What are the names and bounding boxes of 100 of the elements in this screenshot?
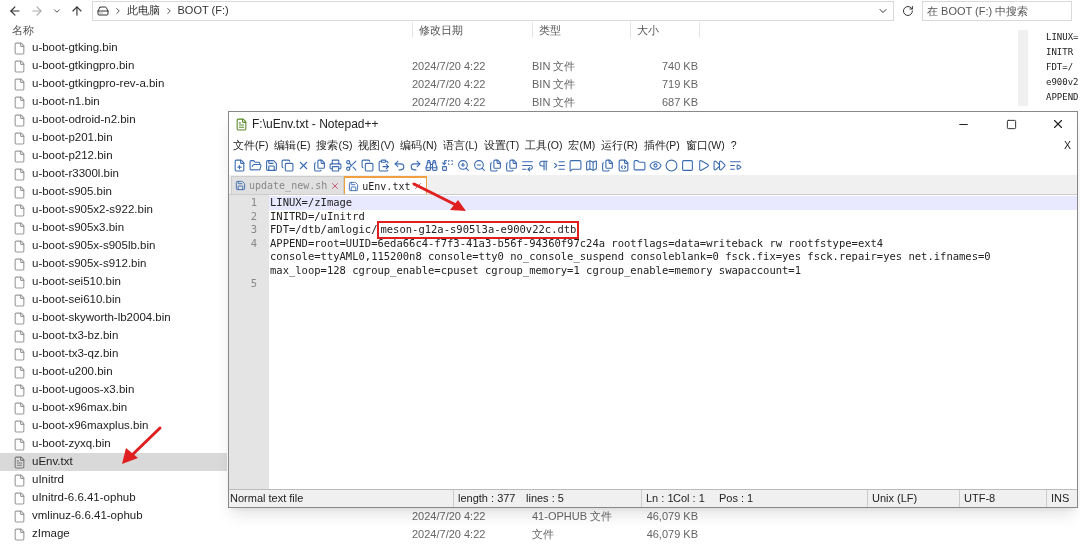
menu-item[interactable]: 文件(F) — [233, 137, 269, 154]
file-tab[interactable]: uEnv.txt — [344, 176, 428, 194]
file-icon — [13, 311, 26, 325]
file-icon — [13, 221, 26, 235]
cut-icon[interactable] — [345, 158, 358, 172]
menu-item[interactable]: 语言(L) — [443, 137, 478, 154]
redo-icon[interactable] — [409, 158, 422, 172]
file-name: u-boot-x96maxplus.bin — [32, 418, 149, 434]
file-size: 46,079 KB — [646, 509, 698, 522]
file-row[interactable]: u-boot-s905.bin — [0, 183, 227, 201]
zoom-in-icon[interactable] — [457, 158, 470, 172]
column-header[interactable]: 大小 — [630, 21, 700, 39]
map-icon[interactable] — [585, 158, 598, 172]
file-row[interactable]: u-boot-x96max.bin — [0, 399, 227, 417]
close-tab-icon[interactable] — [330, 180, 341, 191]
file-row[interactable]: u-boot-r3300l.bin — [0, 165, 227, 183]
folder-icon[interactable] — [633, 158, 646, 172]
documents-icon[interactable] — [601, 158, 614, 172]
zoom-out-icon[interactable] — [473, 158, 486, 172]
replace-icon[interactable] — [441, 158, 454, 172]
column-header[interactable]: 类型 — [532, 21, 630, 39]
copy-icon[interactable] — [361, 158, 374, 172]
new-file-icon[interactable] — [233, 158, 246, 172]
undo-icon[interactable] — [393, 158, 406, 172]
file-icon — [13, 203, 26, 217]
file-row[interactable]: uEnv.txt — [0, 453, 227, 471]
file-row[interactable]: u-boot-tx3-bz.bin — [0, 327, 227, 345]
function-list-icon[interactable] — [617, 158, 630, 172]
playlist-icon[interactable] — [729, 158, 742, 172]
search-field[interactable]: 在 BOOT (F:) 中搜索 — [922, 0, 1072, 21]
file-row[interactable]: u-boot-sei610.bin — [0, 291, 227, 309]
save-icon — [235, 180, 246, 191]
file-row[interactable]: u-boot-p212.bin — [0, 147, 227, 165]
print-icon[interactable] — [329, 158, 342, 172]
file-row[interactable]: u-boot-tx3-qz.bin — [0, 345, 227, 363]
file-row[interactable]: u-boot-u200.bin — [0, 363, 227, 381]
file-row[interactable]: u-boot-sei510.bin — [0, 273, 227, 291]
column-header[interactable]: 修改日期 — [412, 21, 532, 39]
stop-icon[interactable] — [681, 158, 694, 172]
address-bar[interactable]: 此电脑 BOOT (F:) — [91, 0, 895, 21]
menu-item[interactable]: 编码(N) — [400, 137, 437, 154]
back-icon[interactable] — [8, 3, 22, 18]
file-row[interactable]: u-boot-gtkingpro-rev-a.bin 2024/7/20 4:22 BIN 文件 719 KB — [0, 75, 1018, 93]
file-row[interactable]: vmlinuz-6.6.41-ophub 2024/7/20 4:22 41-OPHUB 文件 46,079 KB — [0, 507, 1018, 525]
fast-forward-icon[interactable] — [713, 158, 726, 172]
menu-item[interactable]: 编辑(E) — [274, 137, 311, 154]
file-row[interactable]: u-boot-x96maxplus.bin — [0, 417, 227, 435]
file-row[interactable]: zImage 2024/7/20 4:22 文件 46,079 KB — [0, 525, 1018, 543]
refresh-icon[interactable] — [902, 4, 914, 17]
file-name: u-boot-p201.bin — [32, 130, 113, 146]
menu-item[interactable]: 宏(M) — [568, 137, 596, 154]
file-icon — [13, 383, 26, 397]
file-row[interactable]: u-boot-ugoos-x3.bin — [0, 381, 227, 399]
record-icon[interactable] — [665, 158, 678, 172]
file-row[interactable]: uInitrd-6.6.41-ophub — [0, 489, 227, 507]
file-row[interactable]: uInitrd — [0, 471, 227, 489]
file-row[interactable]: u-boot-gtking.bin — [0, 39, 227, 57]
menu-item[interactable]: 工具(O) — [525, 137, 563, 154]
menu-item[interactable]: 设置(T) — [483, 137, 520, 154]
file-name: u-boot-sei610.bin — [32, 292, 121, 308]
file-icon — [13, 365, 26, 379]
file-name: u-boot-s905x2-s922.bin — [32, 202, 153, 218]
file-row[interactable]: u-boot-s905x-s912.bin — [0, 255, 227, 273]
maximize-icon[interactable] — [1006, 118, 1017, 130]
find-icon[interactable] — [425, 158, 438, 172]
file-name: u-boot-s905.bin — [32, 184, 112, 200]
menu-item[interactable]: 搜索(S) — [316, 137, 353, 154]
file-row[interactable]: u-boot-n1.bin 2024/7/20 4:22 BIN 文件 687 KB — [0, 93, 1018, 111]
breadcrumb[interactable]: 此电脑 — [126, 2, 160, 19]
menu-item[interactable]: ? — [730, 137, 737, 154]
file-row[interactable]: u-boot-gtkingpro.bin 2024/7/20 4:22 BIN 文件 740 KB — [0, 57, 1018, 75]
menu-item[interactable]: 视图(V) — [358, 137, 395, 154]
breadcrumb[interactable]: BOOT (F:) — [177, 2, 229, 19]
file-row[interactable]: u-boot-s905x2-s922.bin — [0, 201, 227, 219]
word-wrap-icon[interactable] — [521, 158, 534, 172]
eye-icon[interactable] — [649, 158, 662, 172]
menu-item[interactable]: 窗口(W) — [685, 137, 725, 154]
up-icon[interactable] — [69, 3, 84, 18]
pilcrow-icon[interactable] — [537, 158, 550, 172]
close-tab-icon[interactable] — [413, 181, 424, 191]
menu-item[interactable]: 插件(P) — [643, 137, 680, 154]
save-icon[interactable] — [265, 158, 278, 172]
file-type: BIN 文件 — [532, 95, 576, 108]
column-header[interactable]: 名称 — [0, 21, 412, 39]
open-folder-icon[interactable] — [249, 158, 262, 172]
comment-icon[interactable] — [569, 158, 582, 172]
close-icon[interactable] — [1051, 117, 1065, 131]
paste-icon[interactable] — [377, 158, 390, 172]
file-row[interactable]: u-boot-s905x-s905lb.bin — [0, 237, 227, 255]
menu-item[interactable]: 运行(R) — [601, 137, 638, 154]
file-row[interactable]: u-boot-odroid-n2.bin — [0, 111, 227, 129]
file-date: 2024/7/20 4:22 — [412, 59, 486, 72]
file-row[interactable]: u-boot-p201.bin — [0, 129, 227, 147]
status-text: UTF-8 — [959, 490, 1046, 507]
file-row[interactable]: u-boot-zyxq.bin — [0, 435, 227, 453]
play-icon[interactable] — [697, 158, 710, 172]
file-row[interactable]: u-boot-s905x3.bin — [0, 219, 227, 237]
close-document-button[interactable]: X — [1064, 137, 1071, 154]
file-name: u-boot-sei510.bin — [32, 274, 121, 290]
file-row[interactable]: u-boot-skyworth-lb2004.bin — [0, 309, 227, 327]
